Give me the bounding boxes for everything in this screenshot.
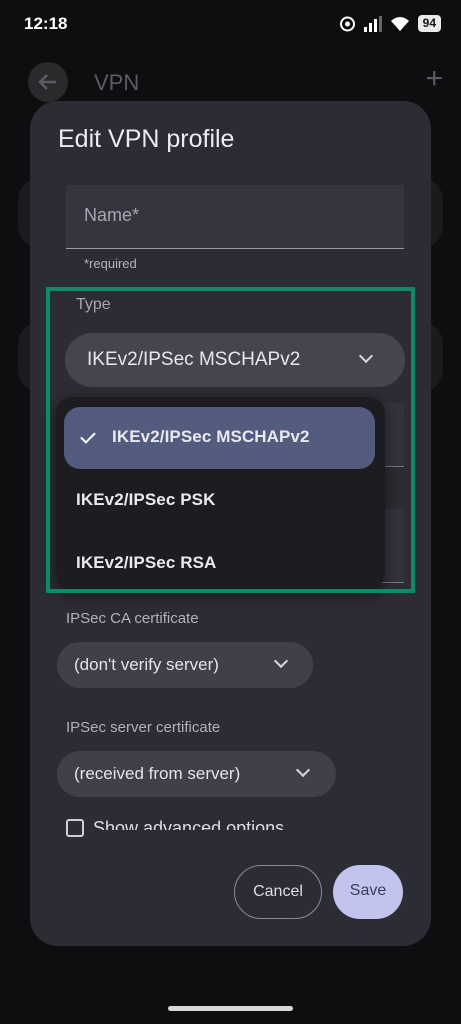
save-button[interactable]: Save — [333, 865, 403, 919]
page-title: VPN — [94, 70, 140, 95]
server-cert-value: (received from server) — [74, 764, 241, 783]
type-dropdown-menu: IKEv2/IPSec MSCHAPv2 IKEv2/IPSec PSK IKE… — [56, 397, 385, 589]
type-dropdown[interactable]: IKEv2/IPSec MSCHAPv2 — [65, 333, 405, 387]
chevron-down-icon — [295, 762, 311, 778]
cancel-label: Cancel — [253, 883, 303, 900]
server-cert-label: IPSec server certificate — [66, 719, 221, 736]
ca-cert-dropdown[interactable]: (don't verify server) — [57, 642, 313, 688]
name-field[interactable]: Name* — [66, 185, 404, 249]
home-indicator[interactable] — [168, 1006, 293, 1011]
option-label: IKEv2/IPSec RSA — [76, 553, 217, 572]
cancel-button[interactable]: Cancel — [234, 865, 322, 919]
check-icon — [80, 428, 96, 444]
server-cert-dropdown[interactable]: (received from server) — [57, 751, 336, 797]
dialog-title: Edit VPN profile — [58, 125, 235, 153]
required-note: *required — [84, 256, 137, 271]
advanced-options-label: Show advanced options — [93, 818, 285, 830]
edit-vpn-dialog: Edit VPN profile Name* *required Type IK… — [30, 101, 431, 946]
type-option-psk[interactable]: IKEv2/IPSec PSK — [64, 470, 375, 532]
option-label: IKEv2/IPSec MSCHAPv2 — [112, 427, 310, 446]
type-option-rsa[interactable]: IKEv2/IPSec RSA — [64, 533, 375, 595]
chevron-down-icon — [358, 348, 374, 364]
back-arrow-icon — [38, 74, 56, 90]
type-selected-value: IKEv2/IPSec MSCHAPv2 — [87, 349, 301, 370]
chevron-down-icon — [273, 653, 289, 669]
name-placeholder: Name* — [84, 205, 140, 225]
type-option-mschapv2[interactable]: IKEv2/IPSec MSCHAPv2 — [64, 407, 375, 469]
add-icon[interactable]: + — [425, 64, 443, 94]
ca-cert-label: IPSec CA certificate — [66, 610, 199, 627]
option-label: IKEv2/IPSec PSK — [76, 490, 216, 509]
type-label: Type — [76, 296, 111, 313]
back-button[interactable] — [28, 62, 68, 102]
ca-cert-value: (don't verify server) — [74, 655, 219, 674]
advanced-options-checkbox[interactable] — [66, 819, 84, 837]
save-label: Save — [349, 882, 387, 899]
